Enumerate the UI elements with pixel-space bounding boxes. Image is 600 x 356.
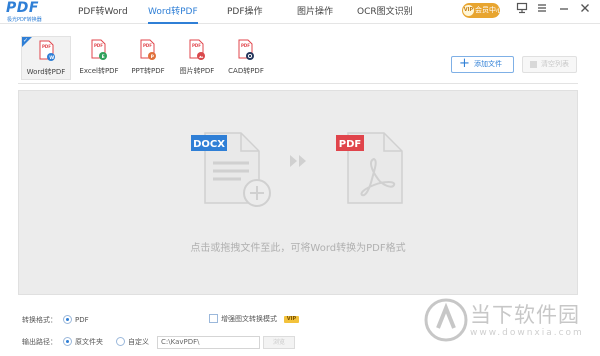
tool-word-to-pdf[interactable]: ✓ PDF W Word转PDF	[21, 36, 71, 80]
output-path-field[interactable]: C:\KavPDF\	[157, 336, 260, 349]
trash-icon	[530, 61, 537, 68]
tool-cad-to-pdf[interactable]: PDF CAD转PDF	[221, 36, 271, 80]
watermark-subtitle: www.downxia.com	[470, 328, 584, 338]
cad-file-icon: PDF	[238, 39, 254, 60]
output-source-label: 原文件夹	[75, 338, 103, 346]
vip-center-label: 会员中心	[475, 6, 503, 14]
minimize-icon[interactable]	[558, 2, 570, 14]
svg-text:W: W	[49, 55, 54, 61]
add-file-button[interactable]: + 添加文件	[451, 56, 514, 73]
tool-label: CAD转PDF	[228, 67, 264, 75]
watermark: 当下软件园 www.downxia.com	[424, 298, 584, 348]
top-bar: PDF 极光PDF转换器 PDF转Word Word转PDF PDF操作 图片操…	[0, 0, 600, 24]
plus-icon: +	[459, 56, 470, 71]
close-icon[interactable]	[579, 2, 591, 14]
clear-list-button[interactable]: 清空列表	[522, 56, 577, 73]
watermark-logo-icon	[424, 298, 468, 342]
image-file-icon: PDF	[189, 39, 205, 60]
app-window: PDF 极光PDF转换器 PDF转Word Word转PDF PDF操作 图片操…	[0, 0, 600, 356]
svg-text:PDF: PDF	[42, 44, 51, 49]
svg-text:PDF: PDF	[94, 43, 103, 48]
feedback-icon[interactable]	[516, 2, 528, 14]
logo-subtitle: 极光PDF转换器	[7, 17, 42, 23]
format-pdf-radio[interactable]	[63, 315, 72, 324]
tab-word-to-pdf[interactable]: Word转PDF	[148, 0, 198, 24]
enhance-mode-label: 增强图文转换模式	[221, 315, 277, 323]
format-pdf-label: PDF	[75, 316, 89, 324]
vip-crown-icon: VIP	[463, 5, 474, 16]
divider	[18, 83, 578, 84]
arrow-right-icon	[290, 155, 306, 167]
drop-hint: 点击或拖拽文件至此，可将Word转换为PDF格式	[190, 243, 406, 254]
enhance-vip-badge: VIP	[284, 316, 299, 323]
svg-text:PDF: PDF	[241, 43, 250, 48]
svg-text:PDF: PDF	[192, 43, 201, 48]
enhance-mode-checkbox[interactable]	[209, 314, 218, 323]
pdf-tag-label: PDF	[339, 139, 361, 150]
clear-list-label: 清空列表	[541, 60, 569, 68]
format-label: 转换格式：	[22, 316, 57, 324]
tab-ocr[interactable]: OCR图文识别	[357, 0, 413, 24]
pdf-document-icon: PDF	[336, 132, 403, 204]
browse-button[interactable]: 浏览	[263, 336, 295, 349]
excel-file-icon: PDF E	[91, 39, 107, 60]
docx-tag-label: DOCX	[193, 139, 225, 150]
ppt-file-icon: PDF P	[140, 39, 156, 60]
word-file-icon: PDF W	[39, 40, 55, 61]
svg-text:PDF: PDF	[143, 43, 152, 48]
logo-title: PDF	[6, 0, 39, 16]
menu-icon[interactable]	[536, 2, 548, 14]
output-custom-radio[interactable]	[116, 337, 125, 346]
output-custom-label: 自定义	[128, 338, 149, 346]
tab-pdf-operations[interactable]: PDF操作	[227, 0, 263, 24]
vip-center-button[interactable]: VIP 会员中心	[462, 3, 503, 18]
browse-label: 浏览	[272, 339, 285, 346]
tab-image-operations[interactable]: 图片操作	[297, 0, 333, 24]
file-drop-zone[interactable]: DOCX PDF 点击或拖拽文件至此，可将Word转换为PDF格式	[18, 90, 578, 295]
output-path-label: 输出路径：	[22, 338, 57, 346]
check-icon: ✓	[23, 37, 29, 44]
tool-label: Word转PDF	[26, 68, 66, 76]
watermark-title: 当下软件园	[470, 303, 580, 327]
svg-text:E: E	[102, 54, 105, 60]
tab-pdf-to-word[interactable]: PDF转Word	[78, 0, 128, 24]
app-logo: PDF 极光PDF转换器	[6, 0, 52, 23]
add-file-label: 添加文件	[474, 60, 502, 68]
output-source-radio[interactable]	[63, 337, 72, 346]
docx-document-icon: DOCX	[191, 132, 271, 207]
